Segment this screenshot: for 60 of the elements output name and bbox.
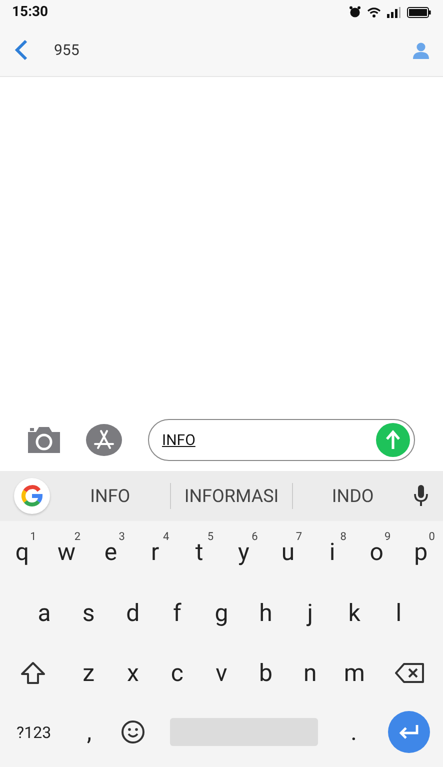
smiley-icon	[121, 720, 146, 744]
camera-icon	[26, 426, 62, 454]
contact-button[interactable]	[413, 42, 429, 58]
person-icon	[413, 42, 429, 58]
status-time: 15:30	[12, 4, 48, 20]
suggestion-item[interactable]: INDO	[292, 486, 413, 506]
letter-key[interactable]: v	[199, 643, 244, 703]
suggestion-item[interactable]: INFO	[50, 486, 170, 506]
key-hint: 3	[118, 530, 125, 543]
letter-key[interactable]: l	[376, 583, 421, 643]
back-chevron-icon	[14, 39, 28, 61]
shift-icon	[20, 661, 46, 685]
letter-key[interactable]: f	[155, 583, 200, 643]
camera-button[interactable]	[26, 426, 62, 454]
key-hint: 8	[340, 530, 346, 543]
letter-key[interactable]: i 8	[310, 521, 354, 583]
wifi-icon	[367, 6, 381, 18]
backspace-icon	[394, 662, 425, 684]
key-hint: 2	[74, 530, 81, 543]
letter-key[interactable]: h	[244, 583, 288, 643]
battery-icon	[407, 6, 431, 18]
letter-key[interactable]: .	[332, 703, 376, 761]
app-store-icon	[86, 424, 122, 456]
letter-key[interactable]: c	[155, 643, 200, 703]
key-hint: 0	[428, 530, 435, 543]
back-button[interactable]	[14, 39, 28, 61]
letter-key[interactable]: d	[110, 583, 156, 643]
key-hint: 9	[384, 530, 391, 543]
symbols-key[interactable]: ?123	[0, 703, 68, 761]
microphone-button[interactable]	[412, 485, 429, 507]
letter-key[interactable]: k	[332, 583, 377, 643]
letter-key[interactable]: g	[199, 583, 244, 643]
return-arrow-icon	[398, 724, 420, 740]
letter-key[interactable]: b	[244, 643, 288, 703]
letter-key[interactable]: s	[66, 583, 111, 643]
app-store-button[interactable]	[86, 424, 122, 456]
letter-key[interactable]: j	[288, 583, 332, 643]
message-text: INFO	[162, 431, 196, 449]
suggestion-item[interactable]: INFORMASI	[171, 486, 292, 506]
letter-key[interactable]: n	[288, 643, 332, 703]
conversation-title: 955	[54, 41, 80, 59]
google-logo-icon	[21, 485, 43, 507]
message-field[interactable]: INFO	[148, 419, 415, 461]
google-button[interactable]	[14, 478, 50, 514]
key-hint: 5	[207, 530, 214, 543]
send-button[interactable]	[376, 423, 410, 457]
letter-key[interactable]: x	[110, 643, 156, 703]
enter-button[interactable]	[388, 711, 430, 753]
microphone-icon	[412, 485, 429, 507]
letter-key[interactable]: a	[22, 583, 66, 643]
key-hint: 1	[30, 530, 36, 543]
key-hint: 6	[252, 530, 258, 543]
key-hint: 7	[296, 530, 302, 543]
signal-icon	[387, 6, 401, 18]
up-arrow-icon	[385, 430, 401, 450]
letter-key[interactable]: z	[66, 643, 111, 703]
alarm-clock-icon	[349, 6, 361, 18]
letter-key[interactable]: ,	[67, 703, 112, 761]
key-hint: 4	[163, 530, 170, 543]
letter-key[interactable]: m	[332, 643, 377, 703]
